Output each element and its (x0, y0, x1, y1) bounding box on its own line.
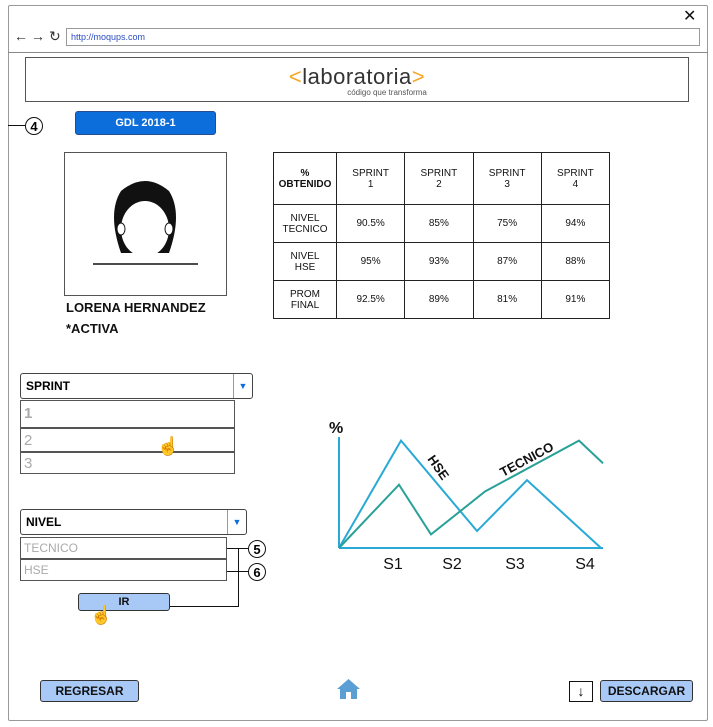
download-button[interactable]: DESCARGAR (600, 680, 693, 702)
table-cell: 92.5% (335, 280, 406, 319)
download-icon[interactable]: ↓ (569, 681, 593, 702)
table-cell: 88% (540, 242, 611, 281)
table-row-label: PROM FINAL (273, 280, 337, 319)
table-row: PROM FINAL 92.5% 89% 81% 91% (273, 280, 611, 319)
level-option-tecnico[interactable]: TECNICO (20, 537, 227, 559)
logo: <laboratoria> (26, 65, 688, 89)
student-status: *ACTIVA (66, 321, 119, 336)
toolbar-divider (8, 52, 708, 53)
series-line-hse (338, 438, 602, 549)
group-button[interactable]: GDL 2018-1 (75, 111, 216, 135)
table-header-cell: SPRINT 4 (540, 152, 611, 205)
level-select[interactable]: NIVEL ▼ (20, 509, 247, 535)
female-avatar-icon (93, 181, 198, 265)
table-row: NIVEL TECNICO 90.5% 85% 75% 94% (273, 204, 611, 243)
table-cell: 89% (404, 280, 474, 319)
x-tick-label: S1 (383, 556, 403, 573)
annotation-marker-4: 4 (25, 117, 43, 135)
table-cell: 85% (404, 204, 474, 243)
annotation-marker-6: 6 (248, 563, 266, 581)
sprint-select-label: SPRINT (26, 379, 71, 393)
close-icon[interactable]: ✕ (683, 9, 696, 25)
home-icon-svg (337, 679, 360, 699)
series-label-tecnico: TECNICO (497, 439, 556, 480)
sprint-option-2[interactable]: 2 (20, 428, 235, 452)
annotation-connector-horizontal (170, 606, 239, 607)
table-cell: 95% (335, 242, 406, 281)
back-button[interactable]: REGRESAR (40, 680, 139, 702)
chevron-down-icon[interactable]: ▼ (233, 374, 252, 398)
pointer-hand-icon: ☝ (90, 605, 113, 625)
logo-banner: <laboratoria> código que transforma (25, 57, 689, 102)
table-header-cell: SPRINT 2 (404, 152, 474, 205)
sprint-option-3[interactable]: 3 (20, 452, 235, 474)
table-header-row: % OBTENIDO SPRINT 1 SPRINT 2 SPRINT 3 SP… (273, 152, 611, 205)
x-tick-label: S2 (442, 556, 462, 573)
forward-arrow-icon[interactable]: → (31, 28, 45, 44)
pointer-hand-icon: ☝ (157, 436, 180, 456)
table-header-cell: SPRINT 3 (472, 152, 542, 205)
level-select-label: NIVEL (26, 515, 62, 529)
table-row-label: NIVEL TECNICO (273, 204, 337, 243)
avatar (64, 152, 227, 296)
table-cell: 75% (472, 204, 542, 243)
table-cell: 81% (472, 280, 542, 319)
level-option-hse[interactable]: HSE (20, 559, 227, 581)
grades-table: % OBTENIDO SPRINT 1 SPRINT 2 SPRINT 3 SP… (273, 152, 611, 319)
x-tick-label: S4 (575, 556, 595, 573)
line-chart: % S1 S2 S3 S4 HSE TECNICO (329, 420, 604, 573)
table-cell: 93% (404, 242, 474, 281)
url-input[interactable]: http://moqups.com (66, 28, 700, 46)
back-arrow-icon[interactable]: ← (14, 28, 28, 44)
series-label-hse: HSE (425, 452, 453, 483)
table-cell: 94% (540, 204, 611, 243)
chevron-down-icon[interactable]: ▼ (227, 510, 246, 534)
logo-name: laboratoria (302, 64, 412, 89)
table-row: NIVEL HSE 95% 93% 87% 88% (273, 242, 611, 281)
table-cell: 87% (472, 242, 542, 281)
table-header-cell: SPRINT 1 (335, 152, 406, 205)
x-tick-label: S3 (505, 556, 525, 573)
table-cell: 90.5% (335, 204, 406, 243)
annotation-marker-5: 5 (248, 540, 266, 558)
series-line-tecnico (338, 439, 604, 549)
student-name: LORENA HERNANDEZ (66, 300, 206, 315)
sprint-option-1[interactable]: 1 (20, 400, 235, 428)
chart-ylabel: % (329, 420, 343, 437)
logo-left-bracket: < (288, 64, 303, 89)
home-icon[interactable] (335, 677, 362, 706)
logo-tagline: código que transforma (347, 88, 427, 97)
annotation-line-4 (8, 125, 25, 126)
logo-right-bracket: > (411, 64, 426, 89)
annotation-connector (238, 548, 239, 607)
table-row-label: NIVEL HSE (273, 242, 337, 281)
table-header-cell: % OBTENIDO (273, 152, 337, 205)
table-cell: 91% (540, 280, 611, 319)
sprint-select[interactable]: SPRINT ▼ (20, 373, 253, 399)
reload-icon[interactable]: ↻ (49, 28, 61, 44)
